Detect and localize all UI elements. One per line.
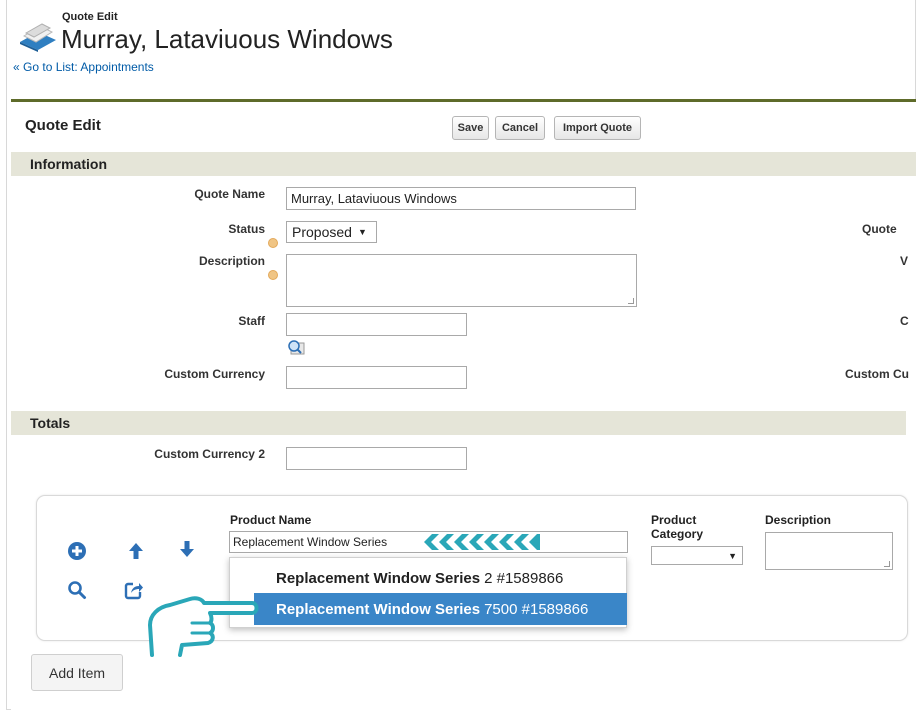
- arrow-down-icon[interactable]: [177, 539, 197, 559]
- section-totals: Totals: [11, 411, 906, 435]
- import-quote-button[interactable]: Import Quote: [554, 116, 641, 140]
- help-icon: [268, 238, 278, 248]
- page-title: Murray, Lataviuous Windows: [61, 24, 393, 54]
- resize-handle-icon[interactable]: [884, 561, 890, 567]
- caret-down-icon: ▼: [357, 227, 367, 237]
- staff-label: Staff: [238, 314, 265, 328]
- suggestion-item[interactable]: Replacement Window Series 2 #1589866: [230, 562, 628, 594]
- custom-cu-right-label: Custom Cu: [845, 367, 909, 381]
- custom-currency-2-label: Custom Currency 2: [154, 447, 265, 461]
- chevron-arrows-icon: [424, 534, 540, 550]
- c-right-label: C: [900, 314, 909, 328]
- resize-handle-icon[interactable]: [628, 298, 634, 304]
- plus-circle-icon[interactable]: [67, 541, 87, 561]
- help-icon: [268, 270, 278, 280]
- product-category-select[interactable]: ▼: [651, 546, 743, 565]
- page-block-title: Quote Edit: [25, 117, 101, 134]
- suggestion-item-selected[interactable]: Replacement Window Series 7500 #1589866: [254, 593, 627, 625]
- custom-currency-2-input[interactable]: [286, 447, 467, 470]
- product-name-label: Product Name: [230, 513, 312, 527]
- status-label: Status: [228, 222, 265, 236]
- search-icon[interactable]: [67, 580, 87, 600]
- suggestion-strong: Replacement Window Series: [276, 600, 481, 618]
- quote-name-input[interactable]: Murray, Lataviuous Windows: [286, 187, 636, 210]
- document-stack-icon: [20, 23, 56, 52]
- suggestion-rest: 2 #1589866: [484, 569, 564, 587]
- custom-currency-label: Custom Currency: [164, 367, 265, 381]
- lookup-magnifier-icon[interactable]: [287, 339, 305, 355]
- pointing-hand-icon: [148, 596, 259, 657]
- suggestion-strong: Replacement Window Series: [276, 569, 481, 587]
- caret-down-icon: ▼: [728, 550, 737, 561]
- back-link-text[interactable]: Go to List: Appointments: [23, 60, 154, 74]
- quote-right-label: Quote: [862, 222, 897, 236]
- status-value: Proposed: [292, 224, 352, 240]
- cancel-button[interactable]: Cancel: [495, 116, 545, 140]
- back-prefix: «: [13, 60, 20, 74]
- status-select[interactable]: Proposed ▼: [286, 221, 377, 243]
- description-textarea[interactable]: [286, 254, 637, 307]
- item-description-label: Description: [765, 513, 832, 527]
- page-block-header: Quote Edit Save Cancel Import Quote: [11, 102, 916, 148]
- staff-input[interactable]: [286, 313, 467, 336]
- page-subtitle: Quote Edit: [62, 11, 118, 23]
- product-suggestion-dropdown: Replacement Window Series 2 #1589866 Rep…: [229, 557, 627, 628]
- custom-currency-input[interactable]: [286, 366, 467, 389]
- product-category-label: Product Category: [651, 513, 704, 541]
- v-right-label: V: [900, 254, 909, 268]
- suggestion-rest: 7500 #1589866: [484, 600, 589, 618]
- description-label: Description: [198, 254, 265, 268]
- back-link[interactable]: « Go to List: Appointments: [13, 60, 154, 74]
- arrow-up-icon[interactable]: [126, 541, 146, 561]
- save-button[interactable]: Save: [452, 116, 489, 140]
- quote-name-label: Quote Name: [194, 187, 265, 201]
- section-information: Information: [11, 152, 916, 176]
- add-item-button[interactable]: Add Item: [31, 654, 123, 691]
- item-description-textarea[interactable]: [765, 532, 893, 570]
